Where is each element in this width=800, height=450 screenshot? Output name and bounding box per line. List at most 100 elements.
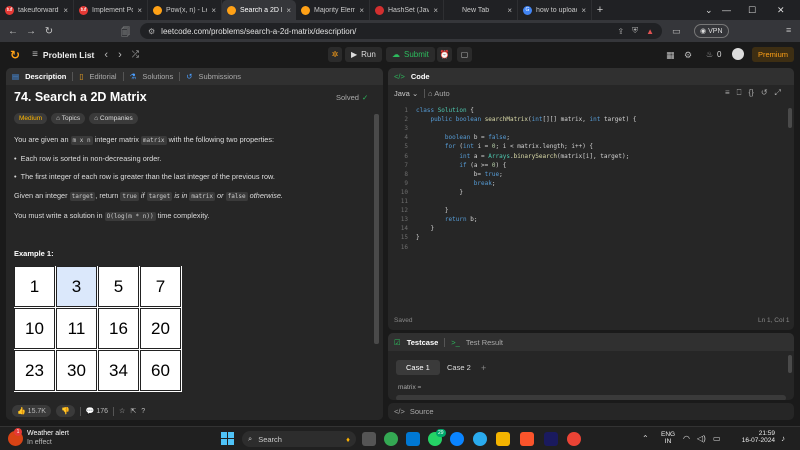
case-1-tab[interactable]: Case 1	[396, 360, 440, 375]
volume-icon[interactable]: ◁)	[697, 434, 706, 443]
tab-testcase[interactable]: Testcase	[407, 338, 439, 347]
menu-icon[interactable]: ≡	[786, 25, 791, 35]
site-info-icon[interactable]: ⚙	[148, 27, 155, 36]
reset-icon[interactable]: ↺	[761, 88, 768, 98]
debug-icon[interactable]: ✲	[328, 47, 342, 62]
chrome-dev-icon[interactable]	[567, 432, 581, 446]
browser-tab[interactable]: New Tab ×	[444, 0, 518, 20]
topics-tag[interactable]: ⌂ Topics	[51, 113, 86, 124]
tab-test-result[interactable]: Test Result	[466, 338, 503, 347]
browser-tab[interactable]: Majority Elemen ×	[296, 0, 370, 20]
new-tab-icon[interactable]: +	[592, 4, 608, 16]
autocomplete-toggle[interactable]: ⌂ Auto	[428, 89, 450, 98]
notifications-icon[interactable]: ♪	[781, 434, 785, 443]
bookmark-icon[interactable]: ⎕	[737, 88, 742, 98]
share-icon[interactable]: ⇱	[130, 407, 136, 415]
task-view-icon[interactable]	[362, 432, 376, 446]
fullscreen-icon[interactable]: ⤢	[775, 88, 781, 98]
browser-tab[interactable]: tuf Implement Pow(x, ×	[74, 0, 148, 20]
tab-solutions[interactable]: Solutions	[142, 72, 173, 81]
maximize-icon[interactable]: ☐	[748, 0, 756, 20]
submit-button[interactable]: ☁ Submit	[386, 47, 435, 62]
browser-tab[interactable]: Ghow to upload en ×	[518, 0, 592, 20]
case-2-tab[interactable]: Case 2	[446, 360, 472, 375]
like-button[interactable]: 👍 15.7K	[12, 405, 51, 417]
shuffle-icon[interactable]: ⤮	[132, 49, 139, 60]
browser-tab[interactable]: tuf takeuforward - Be ×	[0, 0, 74, 20]
matrix-input[interactable]	[396, 395, 786, 400]
code-editor[interactable]: 1 class Solution {2 public boolean search…	[388, 106, 788, 306]
braces-icon[interactable]: {}	[748, 88, 753, 98]
divider	[424, 89, 425, 98]
brave-shield-icon[interactable]: ⛨	[632, 26, 638, 36]
layout-icon[interactable]: ▦	[666, 50, 675, 61]
share-icon[interactable]: ⇪	[617, 27, 624, 36]
tab-submissions[interactable]: Submissions	[199, 72, 242, 81]
close-tab-icon[interactable]: ×	[286, 6, 291, 15]
battery-icon[interactable]: ▭	[713, 434, 721, 443]
sidebar-icon[interactable]: ▭	[672, 26, 681, 37]
telegram-icon[interactable]	[473, 432, 487, 446]
code-scrollbar[interactable]	[788, 108, 792, 128]
browser-tab[interactable]: Pow(x, n) - LeetCo ×	[148, 0, 222, 20]
clock[interactable]: 21:59 16-07-2024	[735, 430, 775, 444]
browser-tab[interactable]: Search a 2D M ×	[222, 0, 296, 20]
chrome-icon[interactable]	[384, 432, 398, 446]
close-tab-icon[interactable]: ×	[433, 6, 438, 15]
run-button[interactable]: ▶ Run	[345, 47, 382, 62]
comment-button[interactable]: 💬 176	[86, 407, 108, 415]
close-tab-icon[interactable]: ×	[581, 6, 586, 15]
star-icon[interactable]: ☆	[119, 407, 125, 415]
vpn-button[interactable]: ◉ VPN	[694, 24, 729, 38]
next-problem-icon[interactable]: ›	[118, 49, 122, 61]
settings-icon[interactable]: ⚙	[684, 50, 692, 61]
avatar[interactable]	[732, 48, 744, 60]
run-label: Run	[361, 50, 376, 59]
taskbar-search[interactable]: ⌕ Search ♦	[242, 431, 356, 447]
url-field[interactable]: ⚙ leetcode.com/problems/search-a-2d-matr…	[140, 23, 662, 39]
chevron-up-icon[interactable]: ⌃	[642, 434, 649, 443]
source-panel[interactable]: </> Source	[388, 403, 794, 420]
problem-list-link[interactable]: Problem List	[43, 50, 94, 60]
format-icon[interactable]: ≡	[725, 88, 730, 98]
brave-icon[interactable]	[520, 432, 534, 446]
streak-fire-icon[interactable]: ♨	[706, 50, 713, 59]
close-tab-icon[interactable]: ×	[63, 6, 68, 15]
bookmark-page-icon[interactable]: 🗐	[121, 25, 130, 41]
scrollbar[interactable]	[374, 114, 379, 344]
timer-icon[interactable]: ⏰	[437, 47, 452, 62]
comment-icon: 💬	[85, 408, 97, 415]
premium-button[interactable]: Premium	[752, 47, 794, 62]
vscode-icon[interactable]	[406, 432, 420, 446]
wifi-icon[interactable]: ◠	[683, 434, 690, 443]
tab-description[interactable]: Description	[25, 72, 66, 81]
tab-search-icon[interactable]: ⌄	[705, 0, 713, 20]
forward-icon[interactable]: →	[22, 26, 40, 37]
minimize-icon[interactable]: —	[722, 0, 731, 20]
companies-tag[interactable]: ⌂ Companies	[89, 113, 138, 124]
weather-title[interactable]: Weather alert	[27, 430, 69, 437]
language-select[interactable]: Java ⌄	[394, 89, 418, 98]
reload-icon[interactable]: ↻	[40, 26, 58, 37]
prev-problem-icon[interactable]: ‹	[104, 49, 108, 61]
browser-tab[interactable]: HashSet (Java Plat ×	[370, 0, 444, 20]
brave-rewards-icon[interactable]: ▲	[646, 27, 654, 36]
close-tab-icon[interactable]: ×	[137, 6, 142, 15]
add-case-button[interactable]: +	[481, 360, 486, 375]
close-tab-icon[interactable]: ×	[211, 6, 216, 15]
testcase-scrollbar[interactable]	[788, 355, 792, 373]
close-tab-icon[interactable]: ×	[507, 6, 512, 15]
leetcode-logo-icon[interactable]: ↻	[10, 48, 20, 62]
language-indicator[interactable]: ENG IN	[661, 431, 675, 445]
dislike-button[interactable]: 👎	[55, 405, 75, 417]
back-icon[interactable]: ←	[4, 26, 22, 37]
help-icon[interactable]: ?	[141, 408, 145, 415]
edge-icon[interactable]	[450, 432, 464, 446]
file-explorer-icon[interactable]	[496, 432, 510, 446]
close-window-icon[interactable]: ✕	[777, 0, 785, 20]
notes-icon[interactable]: ▢	[457, 47, 472, 62]
windows-start-icon[interactable]	[221, 432, 235, 446]
tab-editorial[interactable]: Editorial	[90, 72, 117, 81]
intellij-icon[interactable]	[544, 432, 558, 446]
close-tab-icon[interactable]: ×	[359, 6, 364, 15]
